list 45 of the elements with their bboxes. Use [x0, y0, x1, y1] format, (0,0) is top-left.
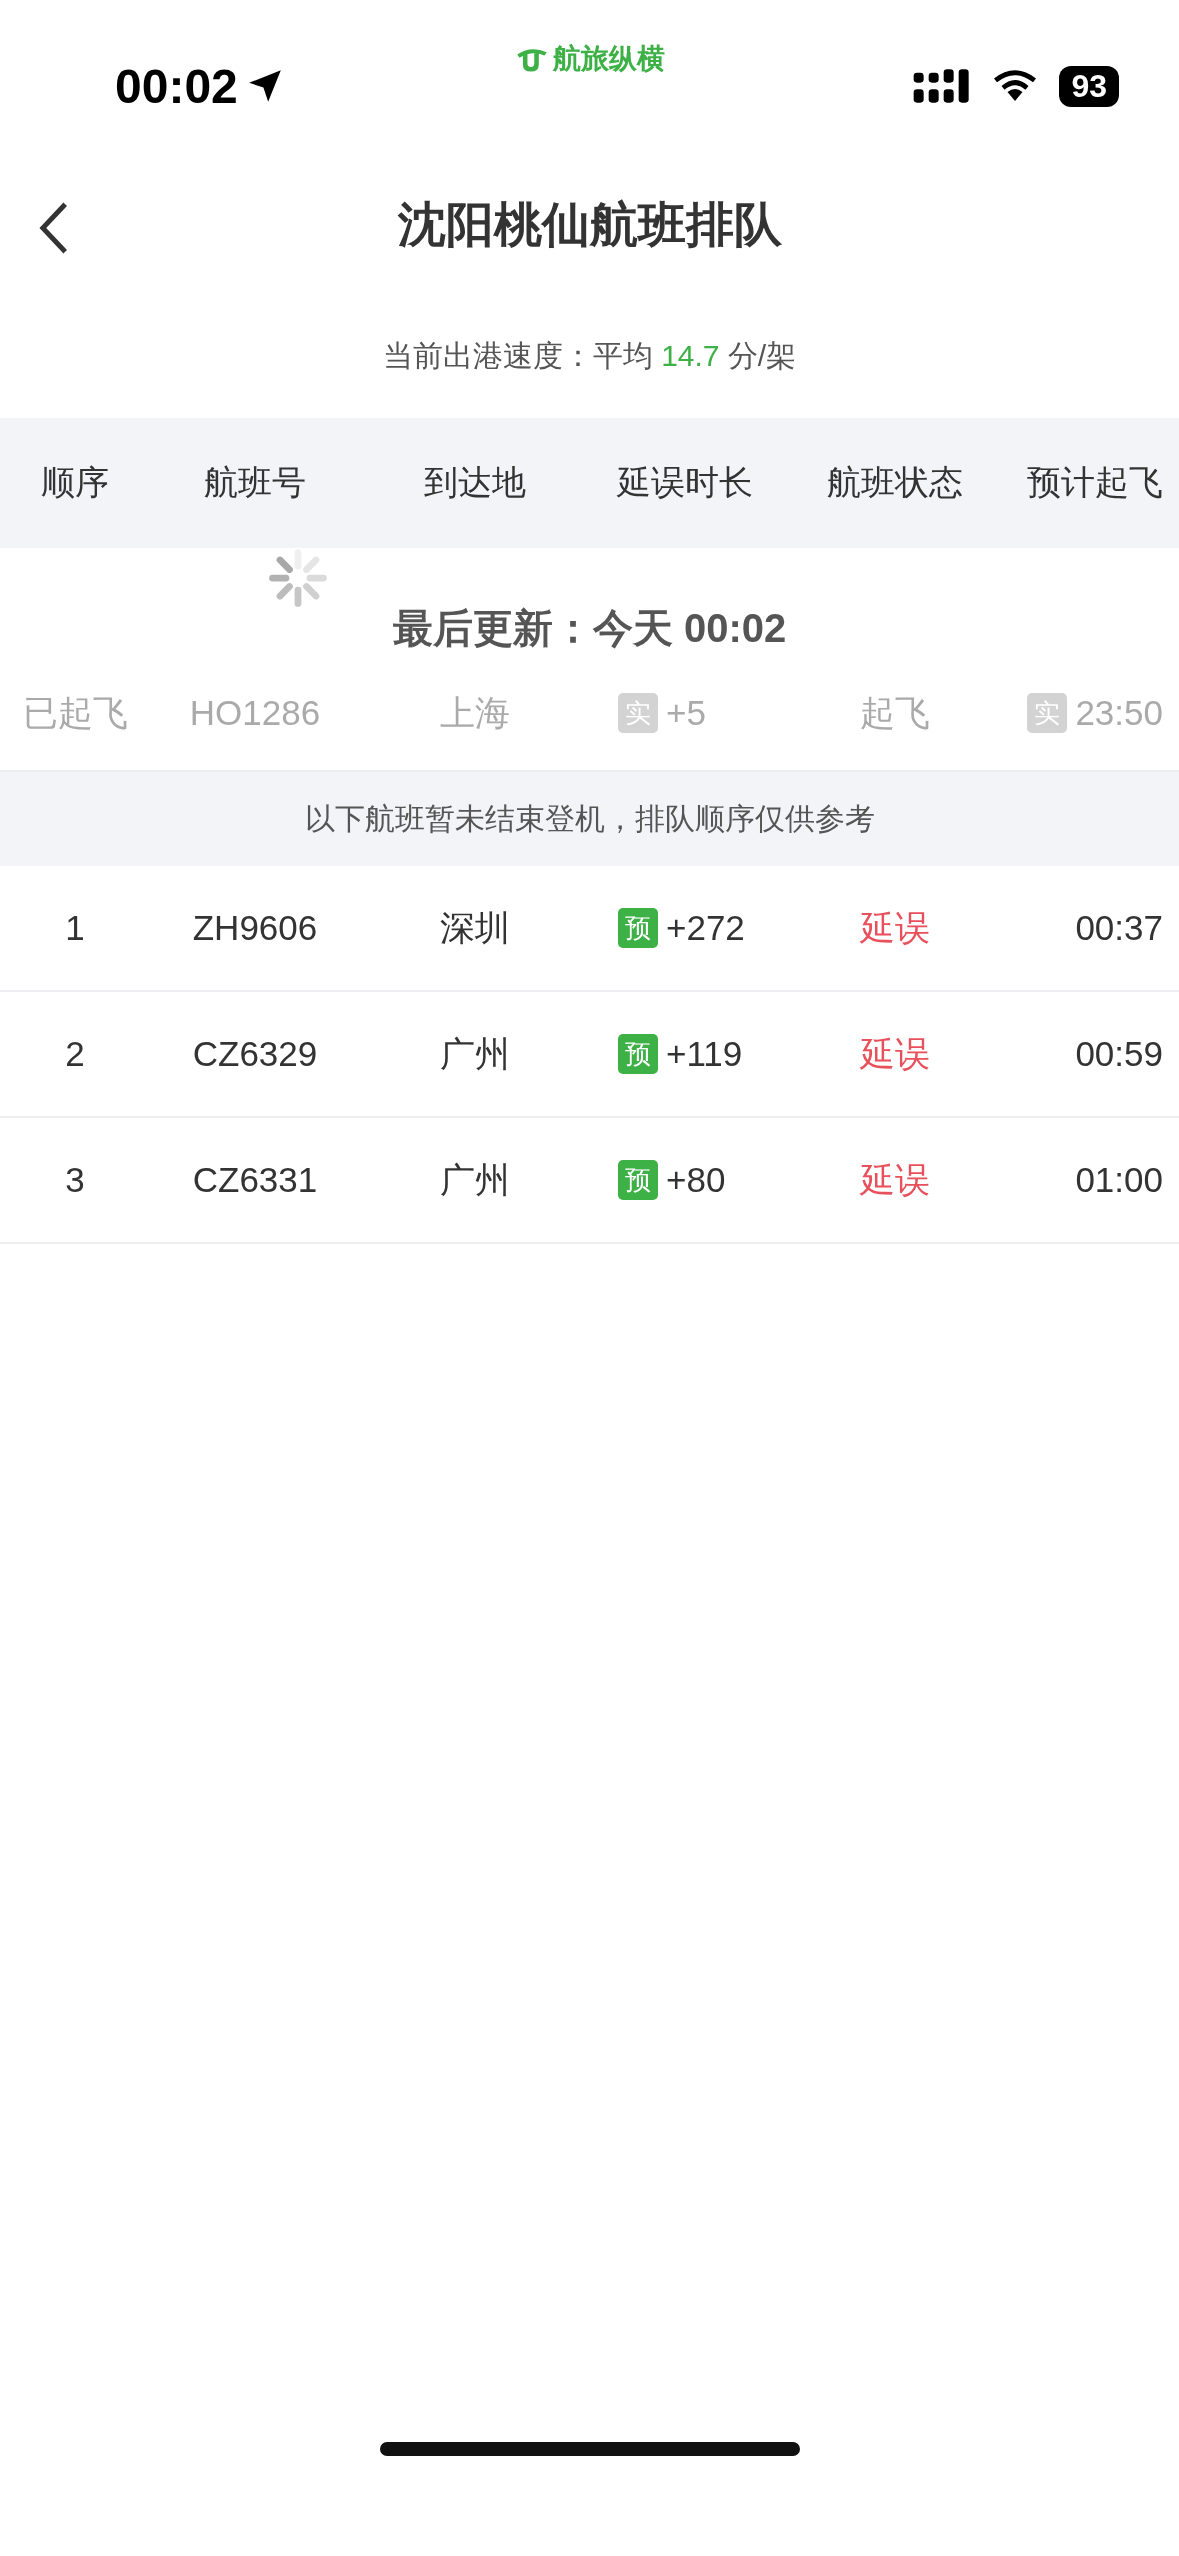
- flight-row[interactable]: 2 CZ6329 广州 预 +119 延误 00:59: [0, 992, 1179, 1118]
- notice-text: 以下航班暂未结束登机，排队顺序仅供参考: [304, 800, 875, 837]
- flight-number: CZ6329: [191, 1034, 319, 1074]
- delay-minutes: +5: [666, 693, 706, 733]
- takeoff-time: 23:50: [1075, 693, 1163, 733]
- last-updated: 最后更新：今天 00:02: [392, 605, 787, 652]
- status-time: 00:02: [115, 58, 238, 114]
- delay-badge: 预: [618, 908, 658, 948]
- column-header: 航班状态: [826, 462, 964, 503]
- column-header: 航班号: [203, 462, 307, 503]
- flight-status: 延误: [858, 906, 931, 949]
- flight-status: 延误: [858, 1032, 931, 1075]
- flight-row[interactable]: 3 CZ6331 广州 预 +80 延误 01:00: [0, 1118, 1179, 1244]
- signal-icon: [913, 66, 972, 106]
- order-cell-text: 3: [64, 1160, 86, 1200]
- page-title: 沈阳桃仙航班排队: [397, 197, 782, 253]
- order-cell-text: 2: [64, 1034, 86, 1074]
- order-cell-text: 已起飞: [21, 691, 129, 734]
- column-header: 预计起飞: [1026, 462, 1164, 503]
- flight-number: ZH9606: [191, 908, 319, 948]
- order-cell-text: 1: [64, 908, 86, 948]
- flight-row[interactable]: 1 ZH9606 深圳 预 +272 延误 00:37: [0, 866, 1179, 992]
- battery-level: 93: [1059, 65, 1119, 107]
- takeoff-time: 01:00: [1075, 1160, 1163, 1200]
- delay-minutes: +272: [666, 908, 745, 948]
- destination: 广州: [439, 1158, 511, 1201]
- flight-number: CZ6331: [191, 1160, 319, 1200]
- takeoff-time: 00:37: [1075, 908, 1163, 948]
- flight-status: 起飞: [859, 691, 931, 734]
- takeoff-time: 00:59: [1075, 1034, 1163, 1074]
- destination: 上海: [439, 691, 511, 734]
- departure-speed: 当前出港速度：平均 14.7 分/架: [381, 338, 798, 374]
- column-header: 顺序: [40, 462, 110, 503]
- delay-badge: 预: [618, 1034, 658, 1074]
- delay-badge: 预: [618, 1160, 658, 1200]
- column-header: 延误时长: [616, 462, 754, 503]
- app-name: 航旅纵横: [552, 42, 665, 76]
- flight-number: HO1286: [188, 693, 322, 733]
- destination: 深圳: [439, 906, 511, 949]
- delay-minutes: +80: [666, 1160, 726, 1200]
- loading-spinner-icon: [268, 548, 328, 608]
- destination: 广州: [439, 1032, 511, 1075]
- delay-minutes: +119: [666, 1034, 743, 1074]
- flight-status: 延误: [858, 1158, 931, 1201]
- column-header: 到达地: [423, 462, 527, 503]
